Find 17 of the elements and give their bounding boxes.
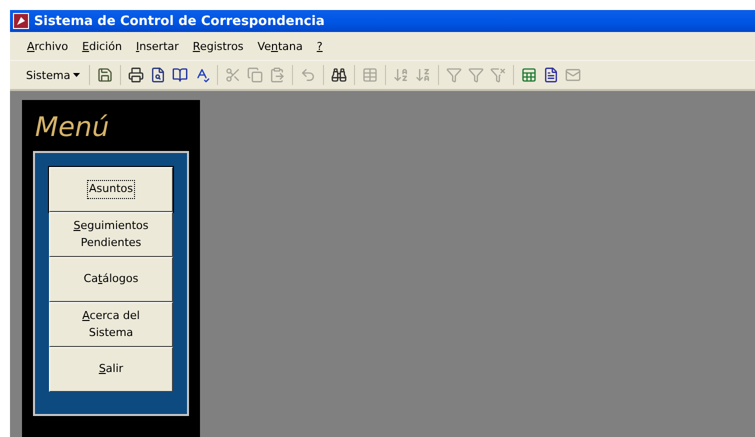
menu-button[interactable]: Asuntos	[49, 167, 173, 212]
window-title: Sistema de Control de Correspondencia	[34, 14, 325, 28]
menu-button[interactable]: Salir	[49, 347, 173, 392]
menu-item[interactable]: Insertar	[130, 38, 184, 54]
printer-icon[interactable]	[126, 65, 146, 85]
menu-item[interactable]: Archivo	[22, 38, 74, 54]
menu-item[interactable]: ?	[312, 38, 328, 54]
toolbar-dropdown[interactable]: Sistema	[22, 68, 84, 82]
menu-title: Menú	[34, 112, 110, 143]
menu-button[interactable]: Seguimientos Pendientes	[49, 212, 173, 257]
menu-item[interactable]: Edición	[77, 38, 127, 54]
menu-button[interactable]: Catálogos	[49, 257, 173, 302]
menu-item[interactable]: Ventana	[252, 38, 308, 54]
caret-icon	[73, 73, 80, 77]
app-icon	[13, 13, 29, 29]
menu-button[interactable]: Acerca del Sistema	[49, 302, 173, 347]
menu-item[interactable]: Registros	[188, 38, 249, 54]
